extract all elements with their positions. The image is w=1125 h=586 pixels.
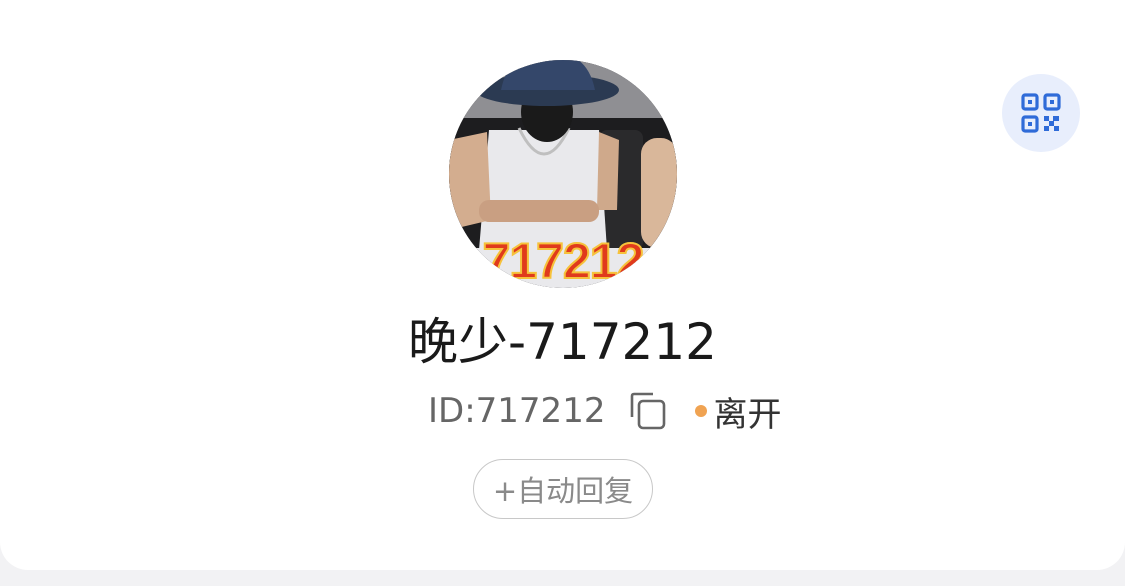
copy-icon bbox=[631, 392, 666, 430]
status-dot bbox=[695, 405, 708, 417]
avatar-caption: 717212 bbox=[482, 232, 646, 288]
auto-reply-button[interactable]: +自动回复 bbox=[473, 459, 653, 519]
meta-row: ID:717212 离开 bbox=[428, 388, 782, 435]
avatar[interactable]: 717212 bbox=[449, 60, 677, 288]
user-id: ID:717212 bbox=[428, 391, 606, 431]
profile-name: 晚少-717212 bbox=[408, 313, 717, 371]
profile-card: 717212 晚少-717212 ID:717212 离开 +自动回复 bbox=[0, 0, 1125, 570]
status-text: 离开 bbox=[713, 394, 782, 435]
copy-id-button[interactable] bbox=[627, 390, 669, 432]
qr-code-icon bbox=[1021, 93, 1061, 133]
qr-code-button[interactable] bbox=[1002, 74, 1080, 152]
